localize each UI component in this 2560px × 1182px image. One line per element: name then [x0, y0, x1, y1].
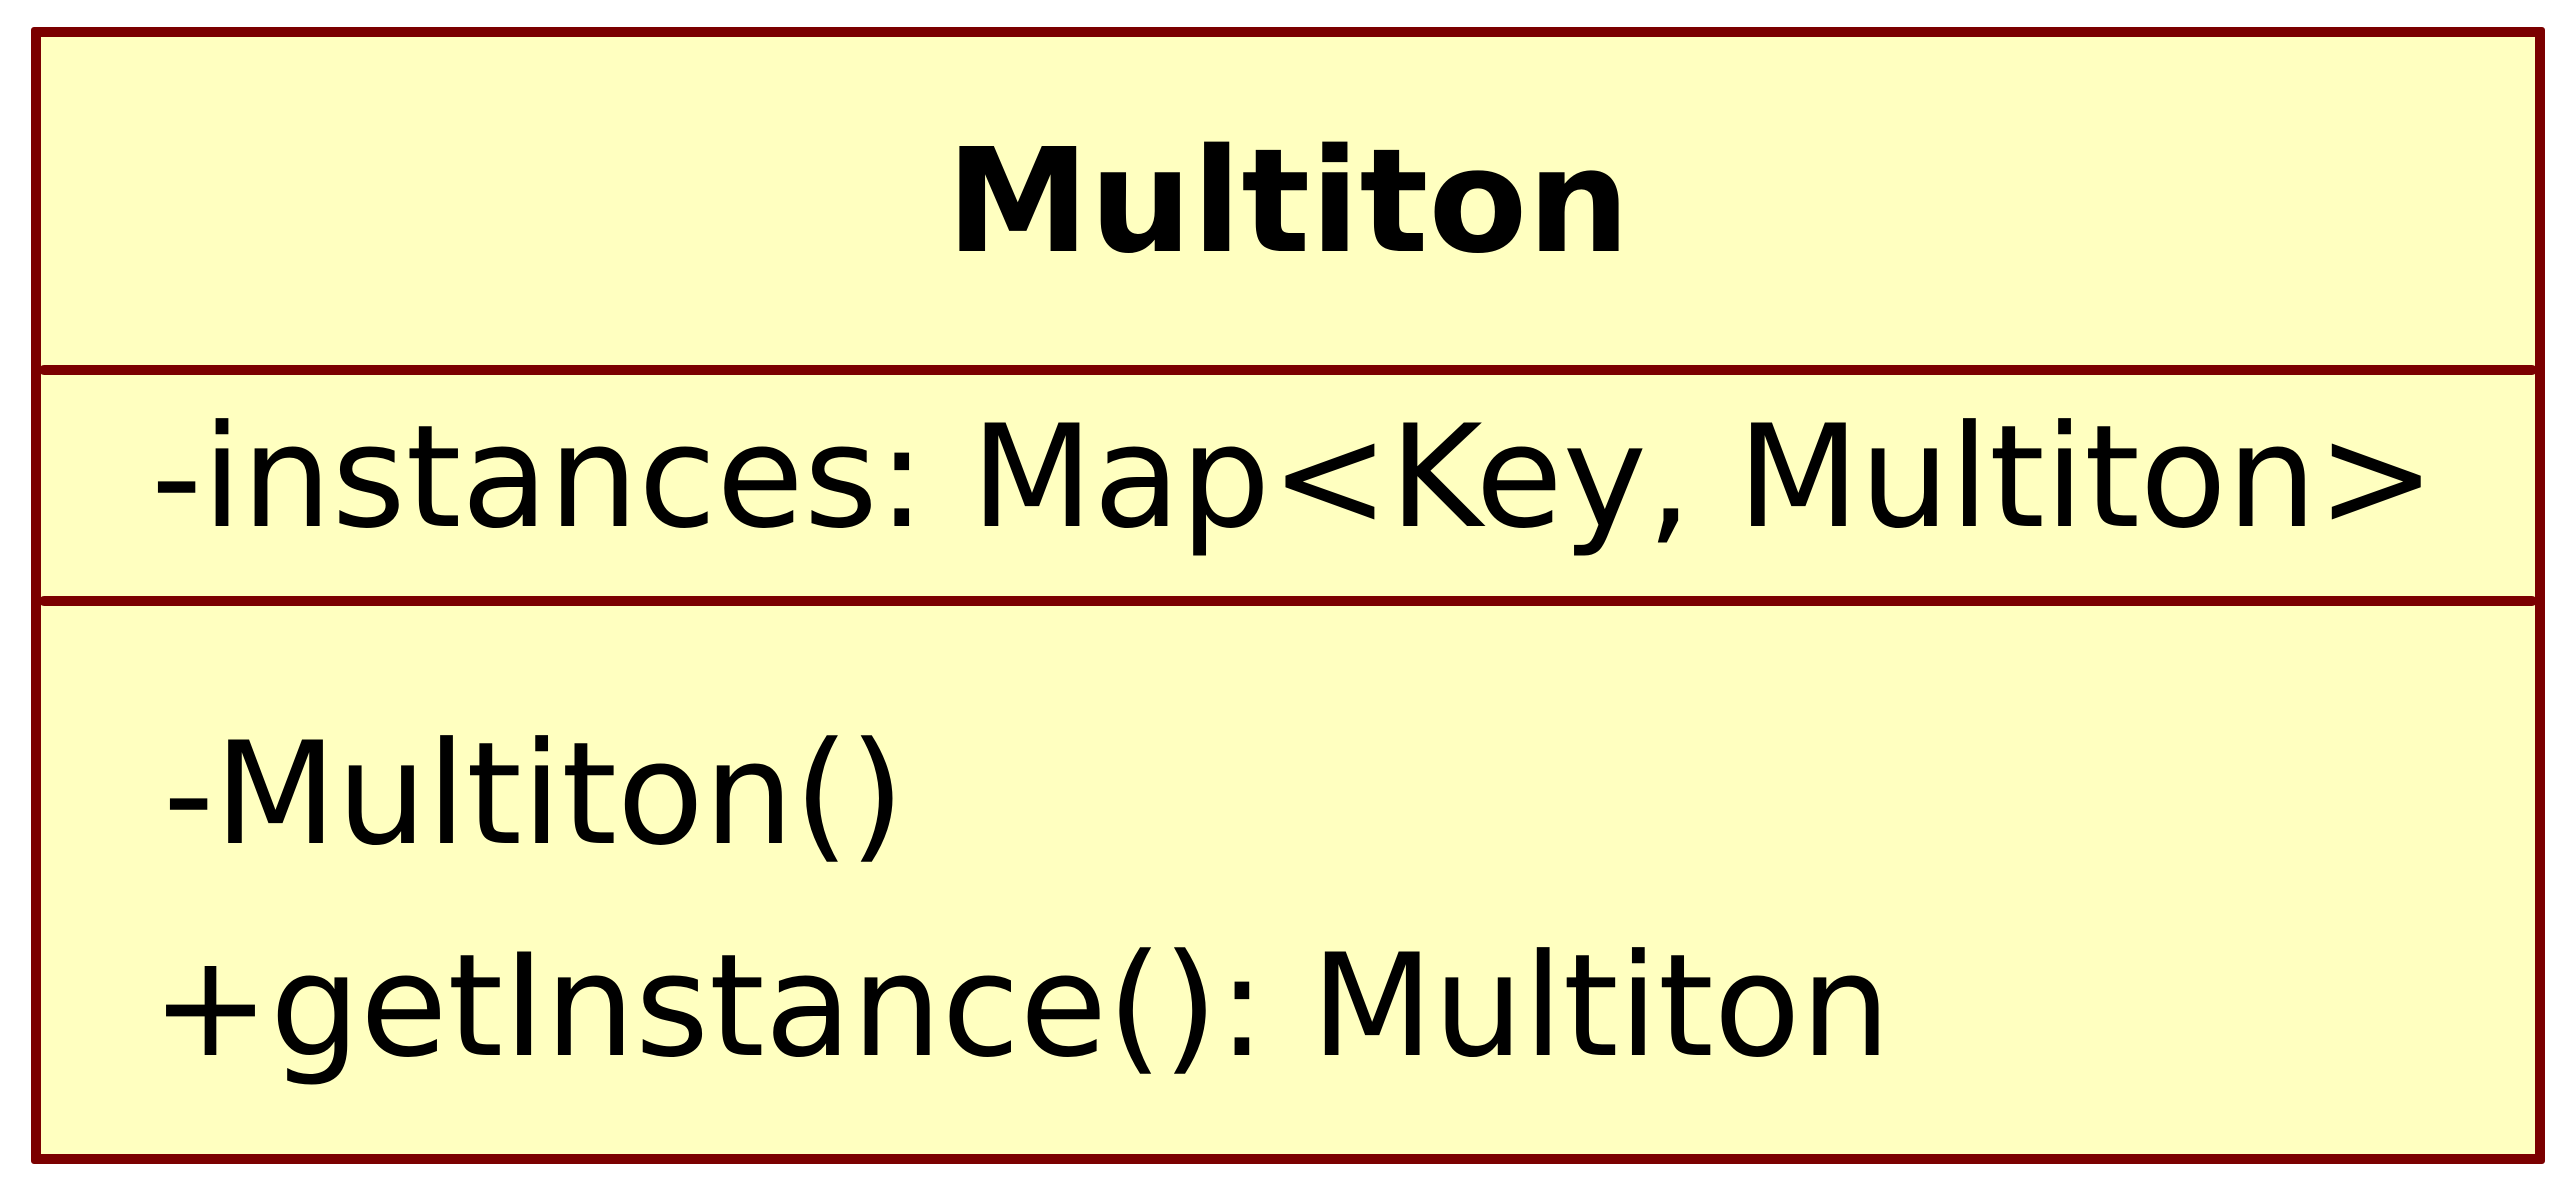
- operations-compartment: -Multiton() +getInstance(): Multiton: [41, 606, 2535, 1154]
- uml-class-multiton: Multiton -instances: Map<Key, Multiton> …: [31, 27, 2545, 1164]
- attributes-compartment: -instances: Map<Key, Multiton>: [41, 375, 2535, 596]
- operation-constructor: -Multiton(): [163, 712, 905, 877]
- attributes-operations-divider: [39, 596, 2537, 606]
- attribute-instances: -instances: Map<Key, Multiton>: [151, 395, 2436, 560]
- name-attributes-divider: [39, 365, 2537, 375]
- operation-get-instance: +getInstance(): Multiton: [151, 924, 1891, 1089]
- class-name: Multiton: [946, 117, 1630, 285]
